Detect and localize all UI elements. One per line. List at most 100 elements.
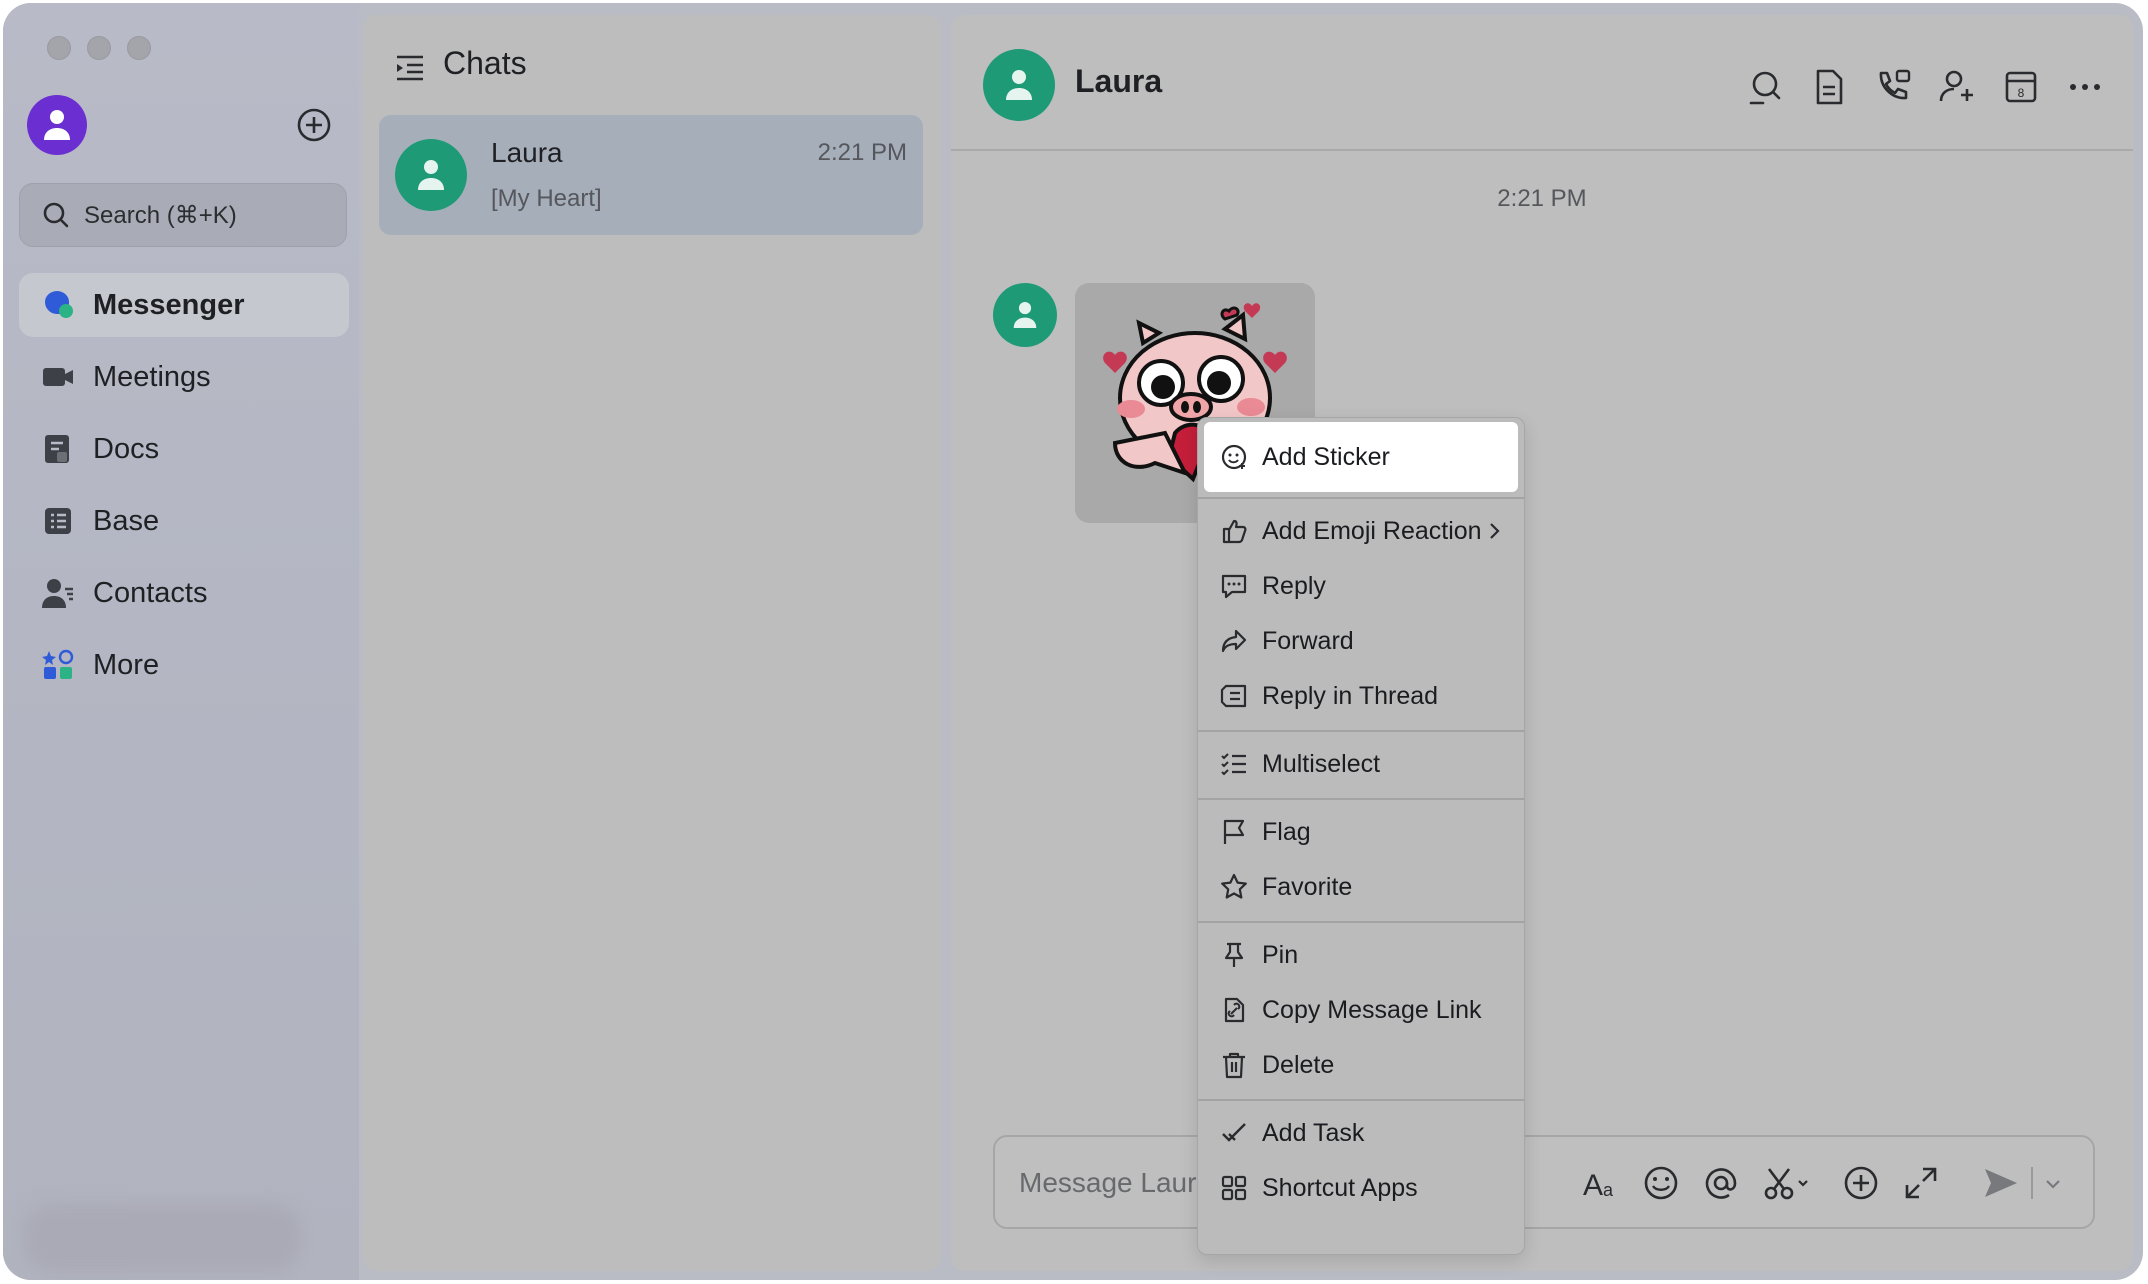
chevron-right-icon — [1490, 523, 1500, 539]
more-apps-icon — [42, 649, 74, 679]
menu-separator — [1198, 798, 1524, 800]
new-chat-plus-icon[interactable] — [296, 107, 332, 143]
sidebar-item-label: Messenger — [93, 288, 245, 321]
person-icon — [44, 110, 70, 140]
person-icon — [1006, 70, 1032, 100]
emoji-icon[interactable] — [1641, 1163, 1681, 1203]
menu-item-add-emoji-reaction[interactable]: Add Emoji Reaction — [1204, 504, 1518, 558]
sidebar: Search (⌘+K) Messenger Meetings Docs Bas… — [3, 3, 359, 1280]
chat-row[interactable]: Laura 2:21 PM [My Heart] — [379, 115, 923, 235]
star-icon — [1221, 873, 1247, 899]
collapse-list-icon[interactable] — [395, 53, 425, 83]
pin-icon — [1224, 942, 1244, 967]
menu-item-favorite[interactable]: Favorite — [1204, 860, 1518, 914]
menu-item-forward[interactable]: Forward — [1204, 614, 1518, 668]
link-icon — [1224, 997, 1245, 1023]
sender-avatar[interactable] — [993, 283, 1057, 347]
sidebar-item-contacts[interactable]: Contacts — [19, 561, 349, 625]
grid-apps-icon — [1221, 1175, 1247, 1201]
menu-item-reply[interactable]: Reply — [1204, 559, 1518, 613]
menu-item-copy-message-link[interactable]: Copy Message Link — [1204, 983, 1518, 1037]
sidebar-item-base[interactable]: Base — [19, 489, 349, 553]
chat-name: Laura — [491, 137, 563, 168]
sidebar-item-label: Meetings — [93, 360, 211, 393]
message-timestamp: 2:21 PM — [1497, 185, 1587, 212]
menu-separator — [1198, 730, 1524, 732]
message-input[interactable]: Message Laura — [1019, 1167, 1212, 1199]
message-context-menu: Add Sticker Add Emoji Reaction Reply For… — [1197, 417, 1525, 1255]
contact-avatar[interactable] — [983, 49, 1055, 121]
blurred-profile-area — [23, 1203, 303, 1273]
expand-icon[interactable] — [1901, 1163, 1941, 1203]
document-icon[interactable] — [1809, 67, 1849, 107]
more-options-icon[interactable] — [2065, 67, 2105, 107]
menu-item-delete[interactable]: Delete — [1204, 1038, 1518, 1092]
text-format-icon[interactable]: Aa — [1581, 1163, 1621, 1203]
chat-time: 2:21 PM — [817, 139, 907, 166]
menu-separator — [1198, 497, 1524, 499]
window-zoom-button[interactable] — [127, 36, 151, 60]
video-camera-icon — [43, 368, 73, 386]
base-icon — [45, 508, 71, 534]
forward-icon — [1221, 629, 1247, 653]
chat-list-title: Chats — [443, 45, 527, 81]
docs-icon — [45, 435, 69, 463]
menu-item-multiselect[interactable]: Multiselect — [1204, 737, 1518, 791]
sidebar-item-label: Base — [93, 504, 160, 537]
menu-separator — [1198, 1099, 1524, 1101]
svg-text:a: a — [1603, 1180, 1614, 1200]
app-window: Search (⌘+K) Messenger Meetings Docs Bas… — [3, 3, 2143, 1280]
chevron-down-icon[interactable] — [2041, 1163, 2065, 1203]
svg-text:8: 8 — [2018, 86, 2025, 100]
flag-icon — [1223, 819, 1245, 844]
person-icon — [1013, 302, 1037, 328]
thumbs-up-icon — [1222, 519, 1247, 544]
multiselect-icon — [1221, 753, 1246, 776]
add-sticker-icon — [1221, 444, 1247, 470]
sidebar-item-label: More — [93, 648, 160, 681]
add-attachment-icon[interactable] — [1841, 1163, 1881, 1203]
conversation-header: Laura 8 — [951, 15, 2133, 151]
conversation-panel: Laura 8 2:21 PM Message Laura A a — [951, 15, 2133, 1271]
mention-icon[interactable] — [1701, 1163, 1741, 1203]
sidebar-item-label: Contacts — [93, 576, 208, 609]
calendar-icon[interactable]: 8 — [2001, 67, 2041, 107]
screenshot-scissors-icon[interactable] — [1761, 1163, 1813, 1203]
contact-avatar — [395, 139, 467, 211]
conversation-title: Laura — [1075, 63, 1163, 99]
chat-preview: [My Heart] — [491, 185, 602, 212]
search-icon — [43, 202, 69, 228]
sidebar-item-meetings[interactable]: Meetings — [19, 345, 349, 409]
person-icon — [418, 160, 444, 190]
add-member-icon[interactable] — [1937, 67, 1977, 107]
messenger-icon — [45, 291, 73, 318]
task-check-icon — [1222, 1123, 1246, 1142]
phone-call-icon[interactable] — [1873, 67, 1913, 107]
reply-icon — [1221, 574, 1247, 599]
contacts-icon — [42, 579, 73, 608]
message-composer[interactable]: Message Laura Aa — [993, 1135, 2095, 1229]
sidebar-item-docs[interactable]: Docs — [19, 417, 349, 481]
send-icon[interactable] — [1981, 1163, 2021, 1203]
thread-icon — [1220, 684, 1247, 708]
search-placeholder: Search (⌘+K) — [84, 201, 237, 229]
window-close-button[interactable] — [47, 36, 71, 60]
sidebar-item-label: Docs — [93, 432, 160, 465]
menu-item-add-sticker[interactable]: Add Sticker — [1204, 422, 1518, 492]
user-avatar[interactable] — [27, 95, 87, 155]
window-minimize-button[interactable] — [87, 36, 111, 60]
svg-text:A: A — [1583, 1169, 1603, 1202]
send-divider — [2031, 1167, 2033, 1199]
menu-item-shortcut-apps[interactable]: Shortcut Apps — [1204, 1161, 1518, 1215]
menu-item-reply-in-thread[interactable]: Reply in Thread — [1204, 669, 1518, 723]
menu-separator — [1198, 921, 1524, 923]
sidebar-item-messenger[interactable]: Messenger — [19, 273, 349, 337]
trash-icon — [1223, 1052, 1245, 1079]
menu-item-pin[interactable]: Pin — [1204, 928, 1518, 982]
chat-list-panel: Chats Laura 2:21 PM [My Heart] — [363, 15, 941, 1271]
menu-item-add-task[interactable]: Add Task — [1204, 1106, 1518, 1160]
search-box[interactable]: Search (⌘+K) — [19, 183, 347, 247]
sidebar-item-more[interactable]: More — [19, 633, 349, 697]
search-chat-icon[interactable] — [1745, 67, 1785, 107]
menu-item-flag[interactable]: Flag — [1204, 805, 1518, 859]
